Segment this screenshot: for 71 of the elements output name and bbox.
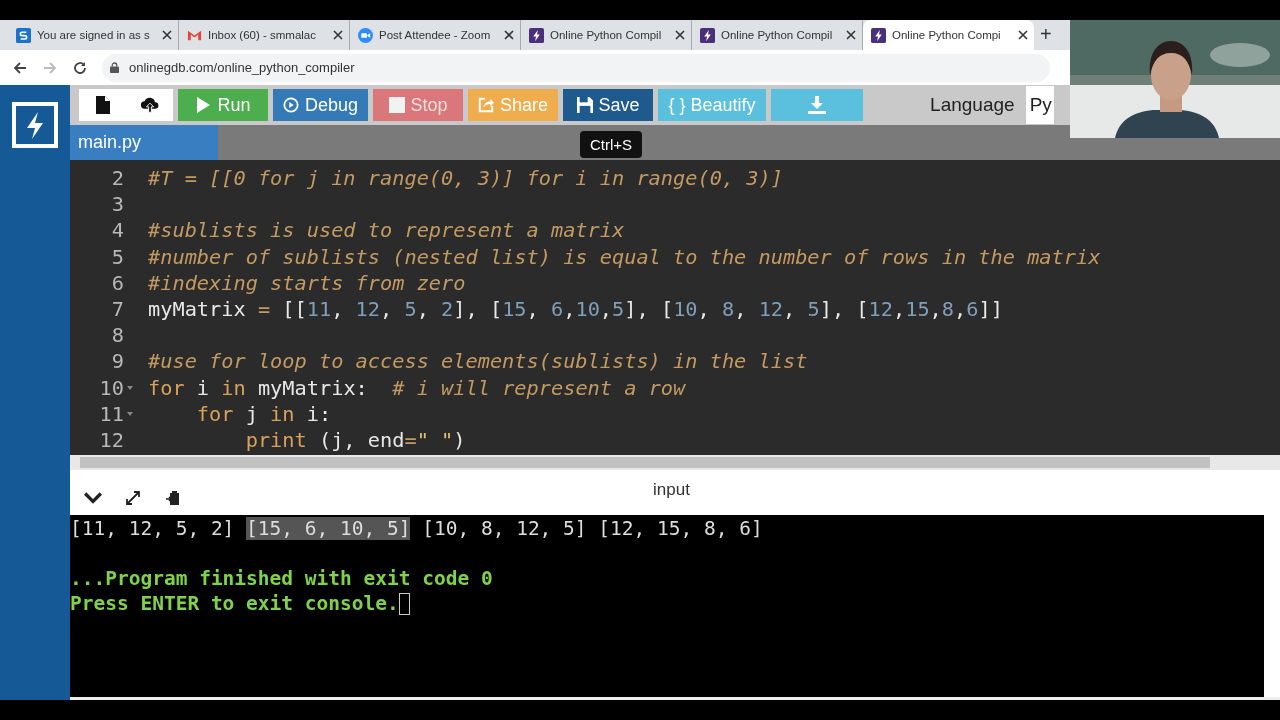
play-icon	[195, 97, 212, 113]
fold-icon[interactable]	[127, 385, 133, 390]
bolt-icon	[529, 27, 544, 43]
language-select[interactable]: Py	[1025, 86, 1054, 124]
url-text: onlinegdb.com/online_python_compiler	[129, 60, 355, 75]
code-line: myMatrix = [[11, 12, 5, 2], [15, 6,10,5], [10, 8, 12, 5], [12,15,8,6]]	[148, 297, 1003, 322]
console-message: Press ENTER to exit console.	[70, 592, 399, 615]
console-output: [10, 8, 12, 5] [12, 15, 8, 6]	[421, 517, 763, 540]
line-number: 2	[110, 166, 124, 191]
console-output: [15, 6, 10, 5]	[246, 517, 411, 540]
horizontal-scrollbar[interactable]	[70, 455, 1280, 470]
close-icon[interactable]	[846, 30, 856, 40]
s-logo-icon	[16, 27, 31, 43]
code-line: for j in i:	[196, 401, 332, 426]
line-number: 9	[110, 349, 124, 374]
line-number: 3	[110, 192, 124, 217]
line-number: 8	[110, 323, 124, 348]
close-icon[interactable]	[1018, 30, 1028, 40]
code-line: #sublists is used to represent a matrix	[148, 218, 625, 243]
file-tab[interactable]: main.py	[70, 125, 218, 160]
code-line: #T = [[0 for j in range(0, 3)] for i in range(0, 3)]	[148, 166, 783, 191]
code-line: print (j, end=" ")	[245, 427, 466, 452]
code-line: #use for loop to access elements(sublists) in the list	[148, 349, 808, 374]
line-number: 6	[110, 270, 124, 295]
close-icon[interactable]	[675, 30, 685, 40]
line-number: 10	[98, 375, 124, 400]
back-icon[interactable]	[12, 59, 28, 76]
tooltip: Ctrl+S	[580, 131, 643, 158]
video-camera-icon	[358, 27, 373, 43]
line-number: 5	[110, 244, 124, 269]
share-icon	[478, 97, 495, 113]
toolbar-button[interactable]: Debug	[273, 89, 369, 121]
text-cursor	[398, 592, 410, 615]
bolt-icon	[871, 27, 886, 43]
tab-title: Inbox (60) - smmalac	[208, 29, 317, 41]
chevron-down-icon[interactable]	[84, 489, 102, 506]
upload-icon[interactable]	[139, 95, 160, 115]
toolbar-button[interactable]: Save	[563, 89, 654, 121]
tab-title: Online Python Compil	[550, 29, 663, 41]
play-circle-icon	[283, 97, 299, 113]
line-number: 12	[98, 427, 124, 452]
reload-icon[interactable]	[72, 59, 88, 76]
clipboard-icon[interactable]	[164, 489, 182, 506]
code-editor[interactable]	[70, 160, 1280, 455]
close-icon[interactable]	[504, 30, 514, 40]
tab-title: Online Python Compi	[892, 29, 1002, 41]
fold-icon[interactable]	[127, 411, 133, 416]
console-output: [11, 12, 5, 2]	[70, 517, 236, 540]
code-line: for i in myMatrix: # i will represent a row	[148, 375, 686, 400]
bolt-logo-icon[interactable]	[12, 102, 58, 148]
tab-title: Post Attendee - Zoom	[379, 29, 492, 41]
line-number: 11	[98, 401, 124, 426]
line-number: 4	[110, 218, 124, 243]
download-icon	[808, 96, 827, 114]
tab-title: You are signed in as s	[37, 29, 151, 41]
console-message: ...Program finished with exit code 0	[70, 567, 493, 590]
code-line: #indexing starts from zero	[148, 270, 466, 295]
lock-icon	[110, 62, 119, 73]
expand-icon[interactable]	[124, 489, 142, 506]
console-title: input	[653, 480, 690, 500]
language-label: Language	[930, 94, 1015, 116]
bolt-icon	[700, 27, 715, 43]
address-bar[interactable]: onlinegdb.com/online_python_compiler	[102, 53, 1050, 82]
close-icon[interactable]	[333, 30, 343, 40]
line-number: 7	[110, 297, 124, 322]
tab-title: Online Python Compil	[721, 29, 834, 41]
code-line: #number of sublists (nested list) is equal to the number of rows in the matrix	[148, 244, 1101, 269]
close-icon[interactable]	[162, 30, 172, 40]
new-tab-button[interactable]: +	[1034, 23, 1058, 46]
stop-icon	[388, 97, 405, 113]
browser-tab[interactable]: Online Python Compi	[863, 20, 1034, 50]
